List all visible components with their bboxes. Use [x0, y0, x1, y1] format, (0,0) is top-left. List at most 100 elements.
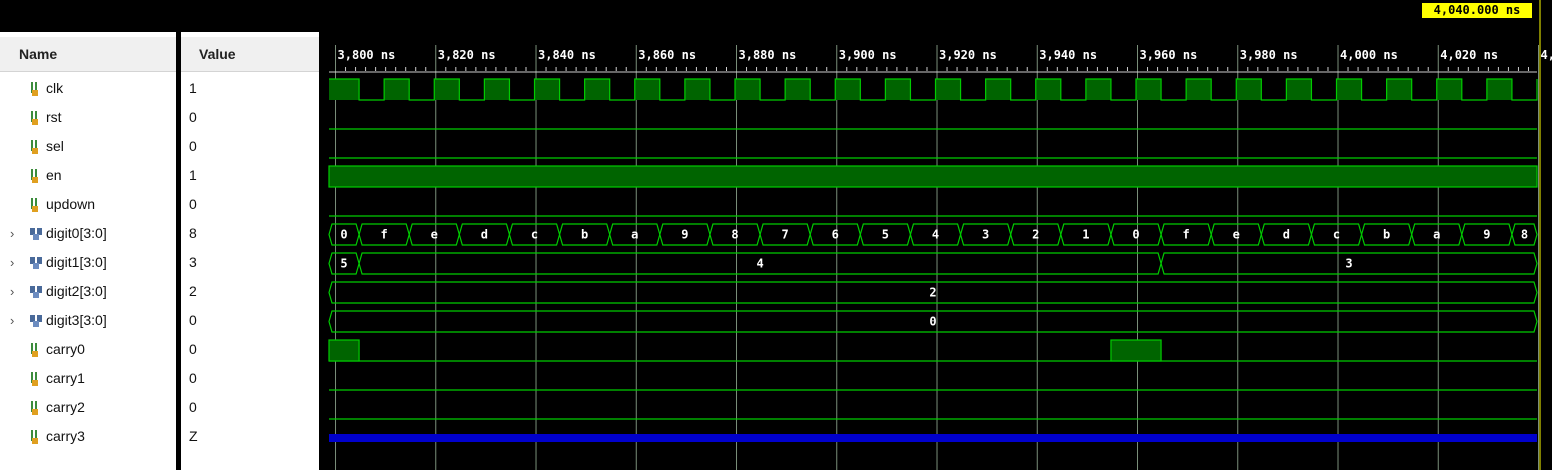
digit0-value-label: e	[431, 228, 438, 242]
digit0-value-label: a	[631, 228, 638, 242]
digit0-value-label: 0	[1132, 228, 1139, 242]
time-tick-label: 3,920 ns	[939, 48, 997, 62]
signal-value-panel: Value 1 0 0 1 0 8 3 2 0 0 0 0 Z	[181, 0, 319, 470]
clk-high-pulse	[384, 79, 410, 100]
waveform-area[interactable]: 3,800 ns 3,820 ns 3,840 ns 3,860 ns 3,880 ns…	[324, 0, 1552, 470]
bit-signal-icon	[31, 372, 38, 386]
signal-row-clk[interactable]: clk	[0, 74, 176, 103]
signal-row-carry3[interactable]: carry3	[0, 422, 176, 451]
signal-value: 0	[189, 399, 197, 415]
signal-name-panel: Name clk rst sel en updown › digit0[3:0] › digit…	[0, 0, 176, 470]
clk-high-pulse	[1186, 79, 1212, 100]
signal-row-updown[interactable]: updown	[0, 190, 176, 219]
signal-row-digit3[interactable]: › digit3[3:0]	[0, 306, 176, 335]
signal-row-rst[interactable]: rst	[0, 103, 176, 132]
signal-value: 3	[189, 254, 197, 270]
signal-row-carry0[interactable]: carry0	[0, 335, 176, 364]
signal-name: rst	[46, 109, 62, 125]
bit-signal-icon	[31, 401, 38, 415]
time-tick-label: 3,880 ns	[739, 48, 797, 62]
chevron-right-icon[interactable]: ›	[10, 277, 14, 306]
signal-row-en[interactable]: en	[0, 161, 176, 190]
signal-value: 1	[189, 80, 197, 96]
clk-high-pulse	[1286, 79, 1312, 100]
signal-name: clk	[46, 80, 64, 96]
clk-high-pulse	[935, 79, 961, 100]
digit0-value-label: 6	[832, 228, 839, 242]
digit0-value-label: 2	[1032, 228, 1039, 242]
signal-value: 0	[189, 341, 197, 357]
digit0-value-label: 8	[731, 228, 738, 242]
digit0-value-label: b	[581, 228, 588, 242]
signal-value: 0	[189, 109, 197, 125]
clk-high-pulse	[684, 79, 710, 100]
signal-row-digit0[interactable]: › digit0[3:0]	[0, 219, 176, 248]
cursor-time-label[interactable]: 4,040.000 ns	[1422, 3, 1532, 18]
signal-value: 1	[189, 167, 197, 183]
value-column-header[interactable]: Value	[181, 37, 319, 72]
waveform-canvas[interactable]: 3,800 ns 3,820 ns 3,840 ns 3,860 ns 3,880 ns…	[324, 0, 1552, 470]
digit0-value-label: f	[381, 228, 388, 242]
signal-value: 0	[189, 138, 197, 154]
clk-high-pulse	[584, 79, 610, 100]
signal-row-digit2[interactable]: › digit2[3:0]	[0, 277, 176, 306]
signal-value-sel: 0	[181, 132, 319, 161]
time-tick-label: 3,860 ns	[638, 48, 696, 62]
digit0-value-label: f	[1183, 228, 1190, 242]
clk-high-pulse	[1436, 79, 1462, 100]
signal-value-digit3: 0	[181, 306, 319, 335]
chevron-right-icon[interactable]: ›	[10, 219, 14, 248]
signal-row-sel[interactable]: sel	[0, 132, 176, 161]
signal-value-rst: 0	[181, 103, 319, 132]
clk-high-pulse	[835, 79, 861, 100]
carry0-high-pulse	[328, 339, 360, 362]
digit1-value-label: 5	[340, 257, 347, 271]
bit-signal-icon	[31, 430, 38, 444]
time-tick-label: 3,820 ns	[438, 48, 496, 62]
digit0-value-label: e	[1233, 228, 1240, 242]
clk-high-pulse	[434, 79, 460, 100]
digit0-value-label: 0	[340, 228, 347, 242]
bus-signal-icon	[30, 315, 42, 327]
clk-high-pulse	[534, 79, 560, 100]
clk-high-pulse	[329, 79, 360, 100]
signal-name: sel	[46, 138, 64, 154]
signal-name: updown	[46, 196, 96, 212]
bus-signal-icon	[30, 257, 42, 269]
digit0-value-label: a	[1433, 228, 1440, 242]
signal-value: 8	[189, 225, 197, 241]
signal-row-digit1[interactable]: › digit1[3:0]	[0, 248, 176, 277]
time-tick-label: 3,840 ns	[538, 48, 596, 62]
signal-row-carry2[interactable]: carry2	[0, 393, 176, 422]
digit0-value-label: 9	[681, 228, 688, 242]
signal-value-carry2: 0	[181, 393, 319, 422]
signal-name: digit1[3:0]	[46, 254, 107, 270]
digit0-value-label: 3	[982, 228, 989, 242]
digit0-value-label: 8	[1521, 228, 1528, 242]
clk-high-pulse	[634, 79, 660, 100]
signal-name: carry3	[46, 428, 85, 444]
name-column-header[interactable]: Name	[0, 37, 176, 72]
signal-value: 0	[189, 196, 197, 212]
digit2-value-label: 2	[929, 286, 936, 300]
digit0-value-label: 1	[1082, 228, 1089, 242]
signal-value-digit1: 3	[181, 248, 319, 277]
signal-value-carry1: 0	[181, 364, 319, 393]
carry3-z-band	[329, 434, 1537, 442]
carry0-high-pulse	[1110, 339, 1162, 362]
signal-value-digit0: 8	[181, 219, 319, 248]
time-tick-label: 3,960 ns	[1140, 48, 1198, 62]
chevron-right-icon[interactable]: ›	[10, 248, 14, 277]
time-tick-label: 3,800 ns	[338, 48, 396, 62]
clk-high-pulse	[1486, 79, 1512, 100]
chevron-right-icon[interactable]: ›	[10, 306, 14, 335]
signal-name: en	[46, 167, 62, 183]
signal-name: carry1	[46, 370, 85, 386]
signal-row-carry1[interactable]: carry1	[0, 364, 176, 393]
signal-name: digit2[3:0]	[46, 283, 107, 299]
clk-high-pulse	[1035, 79, 1061, 100]
bus-signal-icon	[30, 228, 42, 240]
time-tick-label: 4,000 ns	[1340, 48, 1398, 62]
clk-high-pulse	[985, 79, 1011, 100]
digit3-value-label: 0	[929, 315, 936, 329]
